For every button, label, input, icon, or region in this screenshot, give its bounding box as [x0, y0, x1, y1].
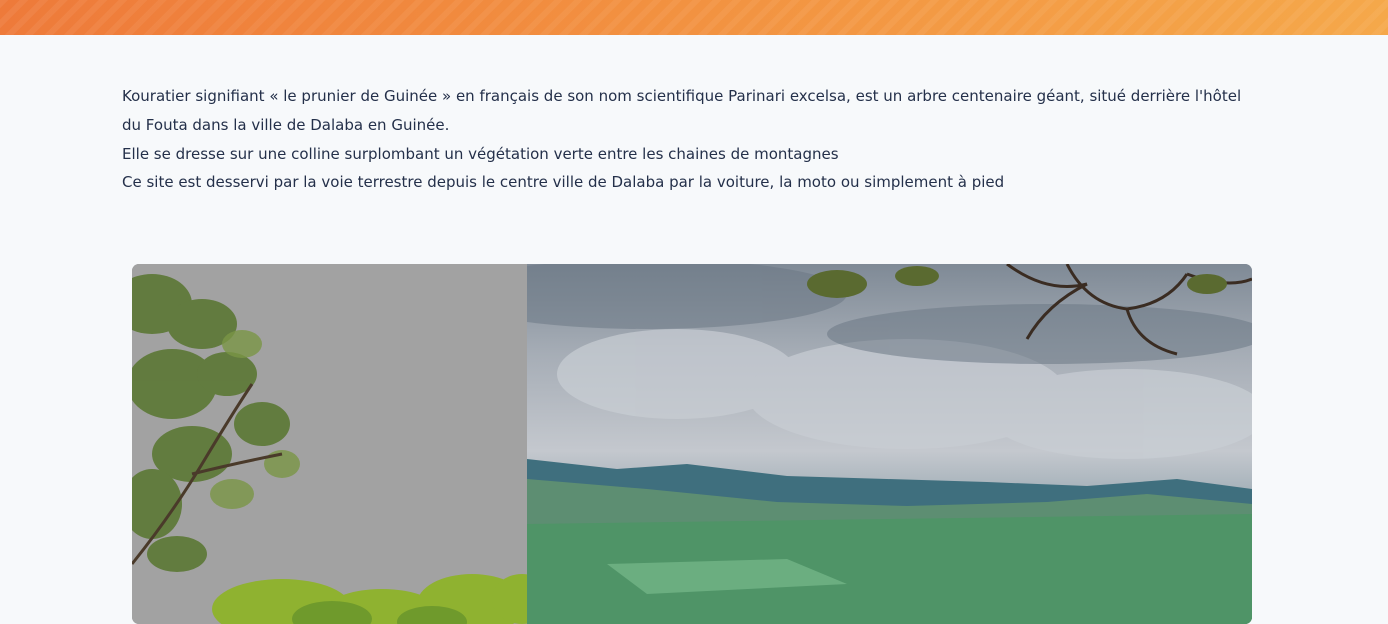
tree-illustration — [132, 274, 527, 624]
top-banner — [0, 0, 1388, 35]
description-paragraph-2: Elle se dresse sur une colline surplomba… — [122, 144, 839, 163]
site-description: Kouratier signifiant « le prunier de Gui… — [122, 82, 1262, 197]
landscape-illustration — [527, 264, 1252, 624]
tree-photo[interactable] — [132, 264, 527, 624]
photo-gallery — [132, 264, 1252, 624]
valley-landscape-photo[interactable] — [527, 264, 1252, 624]
description-paragraph-1: Kouratier signifiant « le prunier de Gui… — [122, 87, 1242, 134]
banner-pattern — [0, 0, 1388, 35]
description-paragraph-3: Ce site est desservi par la voie terrest… — [122, 173, 1005, 192]
